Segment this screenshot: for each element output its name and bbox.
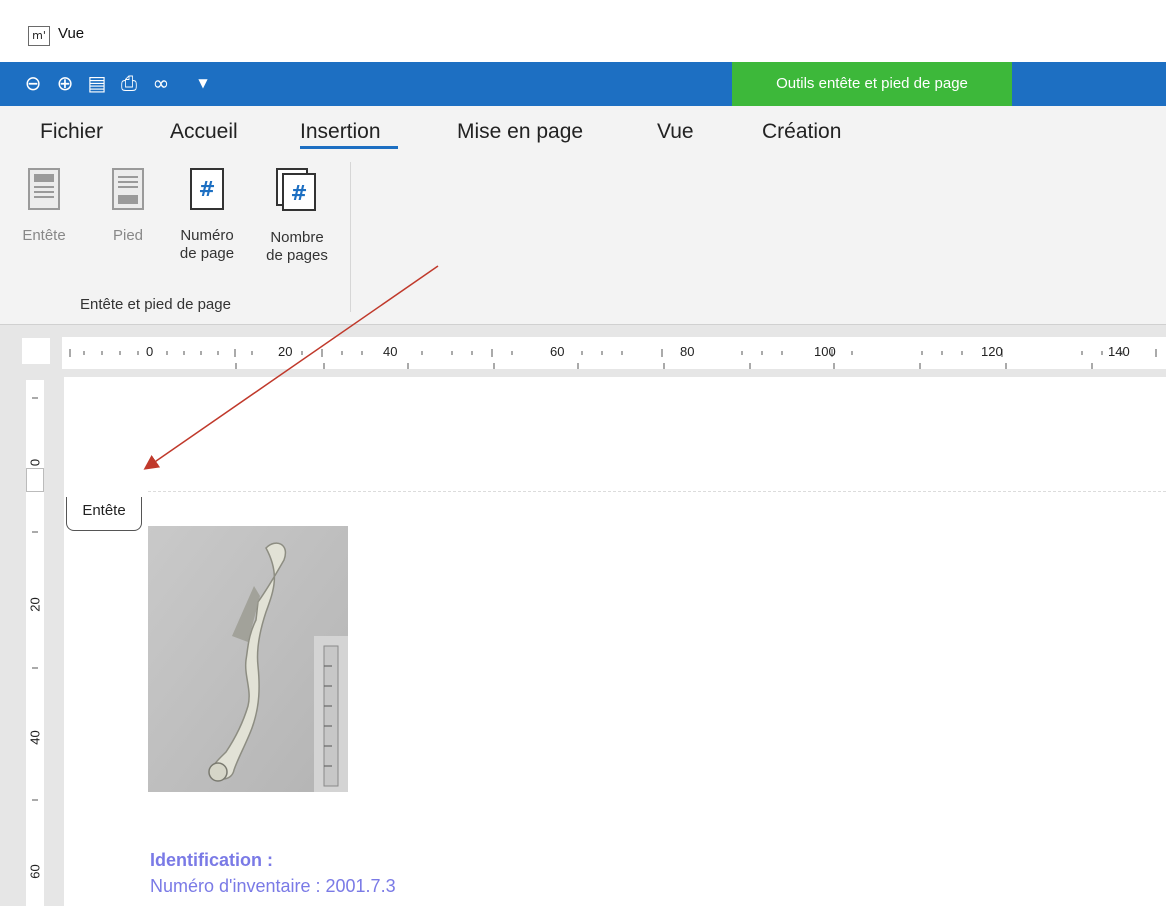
footer-button-label: Pied	[112, 227, 144, 244]
vruler-mark-0: 0	[27, 458, 43, 467]
ribbon-group-separator	[350, 162, 351, 312]
zoom-out-icon[interactable]: ⊖	[20, 70, 46, 96]
header-button-label: Entête	[22, 227, 66, 244]
page-number-button[interactable]: # Numéro de page	[168, 168, 246, 263]
tab-accueil[interactable]: Accueil	[170, 120, 238, 144]
ruler-mark-100: 100	[814, 344, 836, 359]
tab-fichier[interactable]: Fichier	[40, 120, 103, 144]
page-number-icon: #	[190, 168, 224, 210]
artifact-photo[interactable]	[148, 526, 348, 792]
ruler-mark-120: 120	[981, 344, 1003, 359]
ribbon-tabs: Fichier Accueil Insertion Mise en page V…	[0, 106, 1166, 156]
tab-insertion[interactable]: Insertion	[300, 120, 381, 144]
ruler-mark-20: 20	[278, 344, 293, 359]
window-title: Vue	[58, 25, 85, 42]
page-count-label-1: Nombre	[270, 229, 324, 246]
tab-mise-en-page[interactable]: Mise en page	[457, 120, 583, 144]
vruler-mark-20: 20	[27, 597, 43, 612]
header-button[interactable]: Entête	[18, 168, 70, 245]
ruler-corner[interactable]	[22, 338, 50, 364]
header-tag[interactable]: Entête	[66, 497, 142, 531]
footer-page-icon	[112, 168, 144, 210]
active-tab-indicator	[300, 146, 398, 149]
header-page-icon	[28, 168, 60, 210]
page-count-button[interactable]: # Nombre de pages	[256, 168, 338, 265]
print-icon[interactable]: ⎙	[116, 70, 142, 96]
zoom-in-icon[interactable]: ⊕	[52, 70, 78, 96]
page-number-label-2: de page	[179, 245, 235, 262]
ruler-mark-40: 40	[383, 344, 398, 359]
ruler-mark-140: 140	[1108, 344, 1130, 359]
page-number-label-1: Numéro	[180, 227, 234, 244]
tab-vue[interactable]: Vue	[657, 120, 694, 144]
find-icon[interactable]: ∞	[148, 70, 174, 96]
page-count-label-2: de pages	[266, 247, 328, 264]
tab-creation[interactable]: Création	[762, 120, 841, 144]
dropdown-arrow-icon[interactable]: ▼	[190, 70, 216, 96]
title-bar: m' Vue	[0, 0, 1166, 63]
ruler-mark-60: 60	[550, 344, 565, 359]
header-boundary-line	[148, 491, 1166, 492]
context-tab-header-footer-tools[interactable]: Outils entête et pied de page	[732, 62, 1012, 106]
vertical-ruler-header-zone	[26, 468, 44, 492]
app-icon: m'	[28, 26, 50, 46]
vruler-mark-60: 60	[27, 864, 43, 879]
page-view-icon[interactable]: ▤	[84, 70, 110, 96]
svg-text:#: #	[199, 177, 216, 201]
inventory-number-line: Numéro d'inventaire : 2001.7.3	[150, 876, 396, 896]
footer-button[interactable]: Pied	[102, 168, 154, 245]
ruler-mark-80: 80	[680, 344, 695, 359]
identification-heading: Identification :	[150, 850, 273, 870]
svg-text:#: #	[291, 181, 308, 205]
page-count-icon: #	[276, 168, 316, 211]
ribbon-group-label: Entête et pied de page	[80, 296, 231, 313]
ribbon-panel: Entête Pied # Numéro de page # Nombre de…	[0, 156, 1166, 325]
ruler-mark-0: 0	[146, 344, 154, 359]
vruler-mark-40: 40	[27, 730, 43, 745]
